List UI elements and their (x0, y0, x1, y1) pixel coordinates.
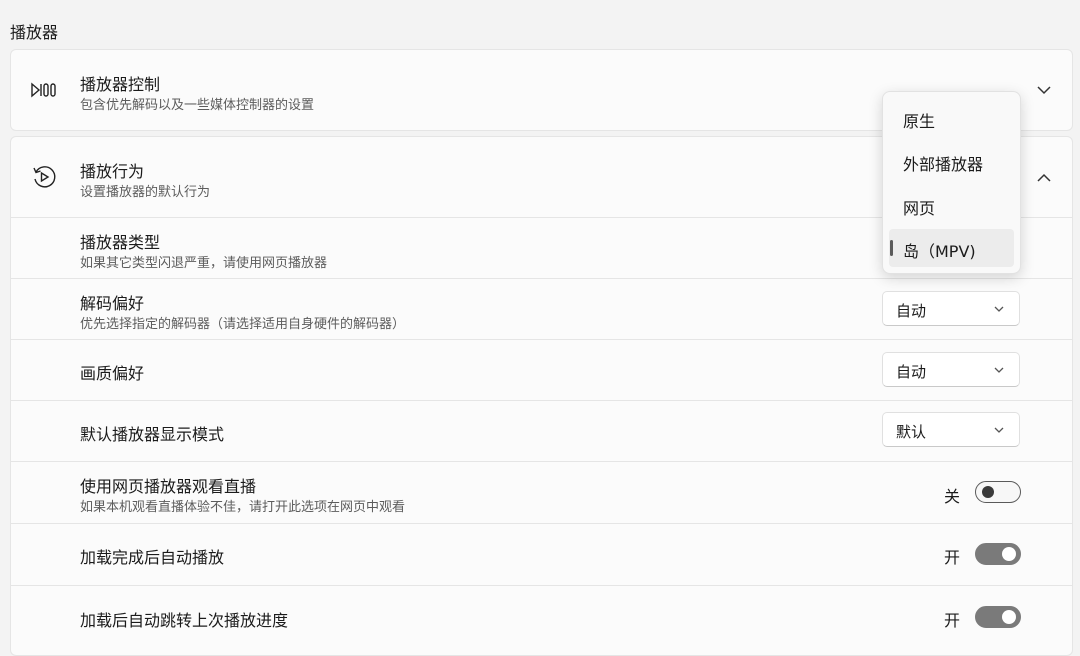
player-type-subtitle: 如果其它类型闪退严重，请使用网页播放器 (80, 256, 328, 271)
chevron-down-icon (994, 306, 1004, 312)
web-live-subtitle: 如果本机观看直播体验不佳，请打开此选项在网页中观看 (80, 500, 406, 515)
quality-pref-select[interactable]: 自动 (882, 352, 1020, 387)
dropdown-option-label: 外部播放器 (903, 155, 984, 174)
autoplay-row: 加载完成后自动播放 开 (11, 523, 1072, 585)
dropdown-option-native[interactable]: 原生 (889, 99, 1014, 137)
resume-toggle[interactable] (975, 606, 1021, 628)
web-live-title: 使用网页播放器观看直播 (80, 477, 257, 496)
toggle-knob (1002, 547, 1016, 561)
dropdown-option-mpv[interactable]: 岛（MPV) (889, 229, 1014, 267)
resume-row: 加载后自动跳转上次播放进度 开 (11, 585, 1072, 648)
resume-state-label: 开 (944, 611, 961, 630)
selected-indicator (890, 240, 893, 256)
resume-title: 加载后自动跳转上次播放进度 (80, 611, 289, 630)
quality-pref-value: 自动 (896, 363, 927, 381)
dropdown-option-label: 原生 (903, 112, 936, 131)
dropdown-option-label: 岛（MPV) (903, 242, 976, 261)
player-control-subtitle: 包含优先解码以及一些媒体控制器的设置 (80, 98, 315, 113)
decode-pref-subtitle: 优先选择指定的解码器（请选择适用自身硬件的解码器） (80, 317, 406, 332)
web-live-row: 使用网页播放器观看直播 如果本机观看直播体验不佳，请打开此选项在网页中观看 关 (11, 461, 1072, 523)
dropdown-option-web[interactable]: 网页 (889, 186, 1014, 224)
playback-behavior-subtitle: 设置播放器的默认行为 (80, 185, 211, 200)
web-live-state-label: 关 (944, 487, 961, 506)
autoplay-state-label: 开 (944, 548, 961, 567)
decode-pref-select[interactable]: 自动 (882, 291, 1020, 326)
quality-pref-row: 画质偏好 自动 (11, 339, 1072, 400)
autoplay-title: 加载完成后自动播放 (80, 548, 225, 567)
display-mode-title: 默认播放器显示模式 (80, 425, 225, 444)
player-control-title: 播放器控制 (80, 75, 161, 94)
player-type-dropdown: 原生 外部播放器 网页 岛（MPV) (882, 91, 1021, 274)
display-mode-value: 默认 (896, 423, 927, 441)
autoplay-toggle[interactable] (975, 543, 1021, 565)
dropdown-option-external[interactable]: 外部播放器 (889, 142, 1014, 180)
decode-pref-row: 解码偏好 优先选择指定的解码器（请选择适用自身硬件的解码器） 自动 (11, 278, 1072, 339)
player-type-title: 播放器类型 (80, 233, 161, 252)
toggle-knob (1002, 610, 1016, 624)
replay-icon (31, 165, 57, 189)
decode-pref-title: 解码偏好 (80, 294, 145, 313)
web-live-toggle[interactable] (975, 481, 1021, 503)
display-mode-select[interactable]: 默认 (882, 412, 1020, 447)
quality-pref-title: 画质偏好 (80, 364, 145, 383)
chevron-up-icon[interactable] (1034, 167, 1054, 187)
chevron-down-icon (994, 367, 1004, 373)
chevron-down-icon (994, 427, 1004, 433)
decode-pref-value: 自动 (896, 302, 927, 320)
playback-behavior-title: 播放行为 (80, 162, 145, 181)
player-control-icon (31, 78, 57, 102)
toggle-knob (982, 486, 994, 498)
chevron-down-icon[interactable] (1034, 80, 1054, 100)
display-mode-row: 默认播放器显示模式 默认 (11, 400, 1072, 461)
dropdown-option-label: 网页 (903, 199, 936, 218)
section-title: 播放器 (10, 23, 59, 42)
